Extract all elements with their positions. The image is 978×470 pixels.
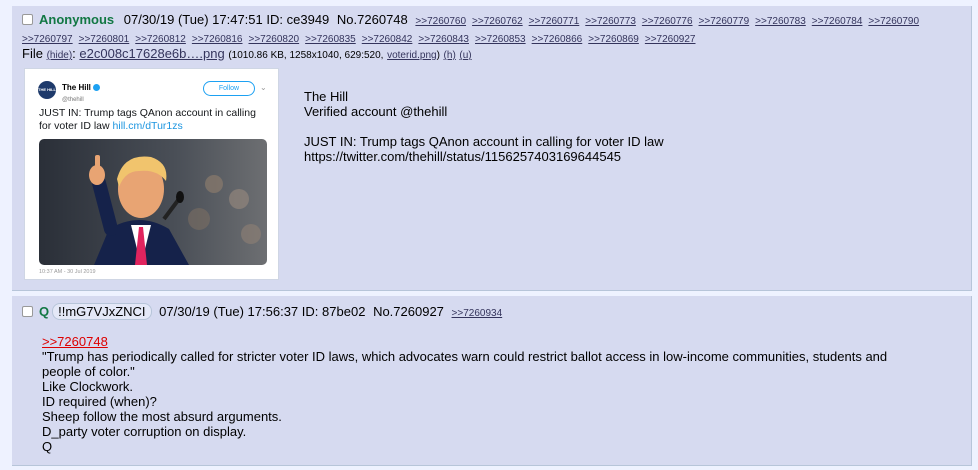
post-datetime: 07/30/19 (Tue) 17:56:37 (159, 304, 299, 319)
reply-link[interactable]: >>7260927 (645, 34, 696, 45)
message-line: "Trump has periodically called for stric… (42, 349, 888, 364)
message-line: https://twitter.com/thehill/status/11562… (304, 149, 622, 164)
reply-link[interactable]: >>7260835 (305, 34, 356, 45)
post-message: The Hill Verified account @thehill JUST … (304, 89, 664, 164)
message-line: D_party voter corruption on display. (42, 424, 247, 439)
reply-link[interactable]: >>7260771 (529, 16, 580, 27)
tweet-link: hill.cm/dTur1zs (112, 120, 183, 132)
reply-link[interactable]: >>7260776 (642, 16, 693, 27)
poster-name: Anonymous (39, 12, 115, 27)
trump-speaking-photo (39, 139, 267, 265)
poster-name: Q (39, 304, 50, 319)
reply-link[interactable]: >>7260762 (472, 16, 523, 27)
post-header: Anonymous 07/30/19 (Tue) 17:47:51 ID: ce… (22, 12, 925, 27)
file-hide-link[interactable]: (hide) (47, 50, 73, 61)
post-7260927: Q !!mG7VJxZNCI 07/30/19 (Tue) 17:56:37 ID… (12, 296, 972, 466)
file-label: File (22, 46, 43, 61)
the-hill-logo: THE HILL (38, 81, 56, 99)
id-label: ID: (301, 304, 319, 319)
post-number-label[interactable]: No. (337, 12, 357, 27)
reply-link[interactable]: >>7260842 (362, 34, 413, 45)
message-line: Q (42, 439, 53, 454)
reply-link[interactable]: >>7260820 (249, 34, 300, 45)
post-message: >>7260748 "Trump has periodically called… (42, 334, 887, 454)
file-name-link[interactable]: e2c008c17628e6b….png (79, 46, 224, 61)
verified-icon (92, 84, 100, 91)
message-line: Like Clockwork. (42, 379, 134, 394)
reply-link[interactable]: >>7260866 (532, 34, 583, 45)
message-line: The Hill (304, 89, 349, 104)
file-h-link[interactable]: (h) (444, 50, 456, 61)
post-header: Q !!mG7VJxZNCI 07/30/19 (Tue) 17:56:37 ID… (22, 303, 508, 320)
poster-id[interactable]: ce3949 (287, 12, 330, 27)
reply-link[interactable]: >>7260869 (588, 34, 639, 45)
reply-link[interactable]: >>7260784 (812, 16, 863, 27)
reply-link[interactable]: >>7260783 (755, 16, 806, 27)
post-number[interactable]: 7260748 (357, 12, 408, 27)
reply-link[interactable]: >>7260812 (135, 34, 186, 45)
message-line-blank (304, 119, 664, 134)
message-line: ID required (when)? (42, 394, 157, 409)
reply-link[interactable]: >>7260934 (452, 308, 503, 319)
reply-link[interactable]: >>7260801 (79, 34, 130, 45)
chevron-down-icon: ⌄ (260, 83, 267, 92)
select-checkbox[interactable] (22, 14, 33, 25)
select-checkbox[interactable] (22, 306, 33, 317)
image-thumbnail[interactable]: THE HILL The Hill @thehill Follow ⌄ JUST… (24, 68, 279, 280)
reply-links-row2: >>7260797 >>7260801 >>7260812 >>7260816 >>72… (22, 30, 702, 45)
reply-link[interactable]: >>7260760 (415, 16, 466, 27)
reply-link[interactable]: >>7260790 (868, 16, 919, 27)
tweet-account-name: The Hill (62, 83, 91, 92)
follow-button: Follow (203, 81, 255, 96)
message-line: Sheep follow the most absurd arguments. (42, 409, 282, 424)
reply-link[interactable]: >>7260816 (192, 34, 243, 45)
reply-link[interactable]: >>7260843 (418, 34, 469, 45)
quote-link[interactable]: >>7260748 (42, 334, 108, 349)
tweet-handle: @thehill (62, 97, 84, 103)
post-number[interactable]: 7260927 (393, 304, 444, 319)
file-original-name[interactable]: voterid.png (387, 50, 436, 61)
tweet-text: JUST IN: Trump tags QAnon account in cal… (39, 107, 269, 133)
file-meta: (1010.86 KB, 1258x1040, 629:520, (228, 50, 384, 61)
tweet-timestamp: 10:37 AM - 30 Jul 2019 (39, 269, 96, 275)
poster-id[interactable]: 87be02 (322, 304, 365, 319)
post-number-label[interactable]: No. (373, 304, 393, 319)
post-7260748: Anonymous 07/30/19 (Tue) 17:47:51 ID: ce… (12, 6, 972, 291)
message-line: people of color." (42, 364, 135, 379)
tripcode-badge: !!mG7VJxZNCI (52, 303, 152, 320)
reply-link[interactable]: >>7260779 (699, 16, 750, 27)
post-datetime: 07/30/19 (Tue) 17:47:51 (123, 12, 263, 27)
file-u-link[interactable]: (u) (459, 50, 471, 61)
message-line: JUST IN: Trump tags QAnon account in cal… (304, 134, 664, 149)
message-line: Verified account @thehill (304, 104, 448, 119)
reply-link[interactable]: >>7260773 (585, 16, 636, 27)
reply-links-row1: >>7260760 >>7260762 >>7260771 >>7260773 >>72… (415, 12, 925, 27)
reply-link[interactable]: >>7260853 (475, 34, 526, 45)
tripcode: !!mG7VJxZNCI (58, 304, 146, 319)
reply-link[interactable]: >>7260797 (22, 34, 73, 45)
id-label: ID: (266, 12, 284, 27)
file-info: File (hide): e2c008c17628e6b….png (1010.… (22, 46, 472, 61)
tweet-author: The Hill @thehill (62, 81, 100, 105)
